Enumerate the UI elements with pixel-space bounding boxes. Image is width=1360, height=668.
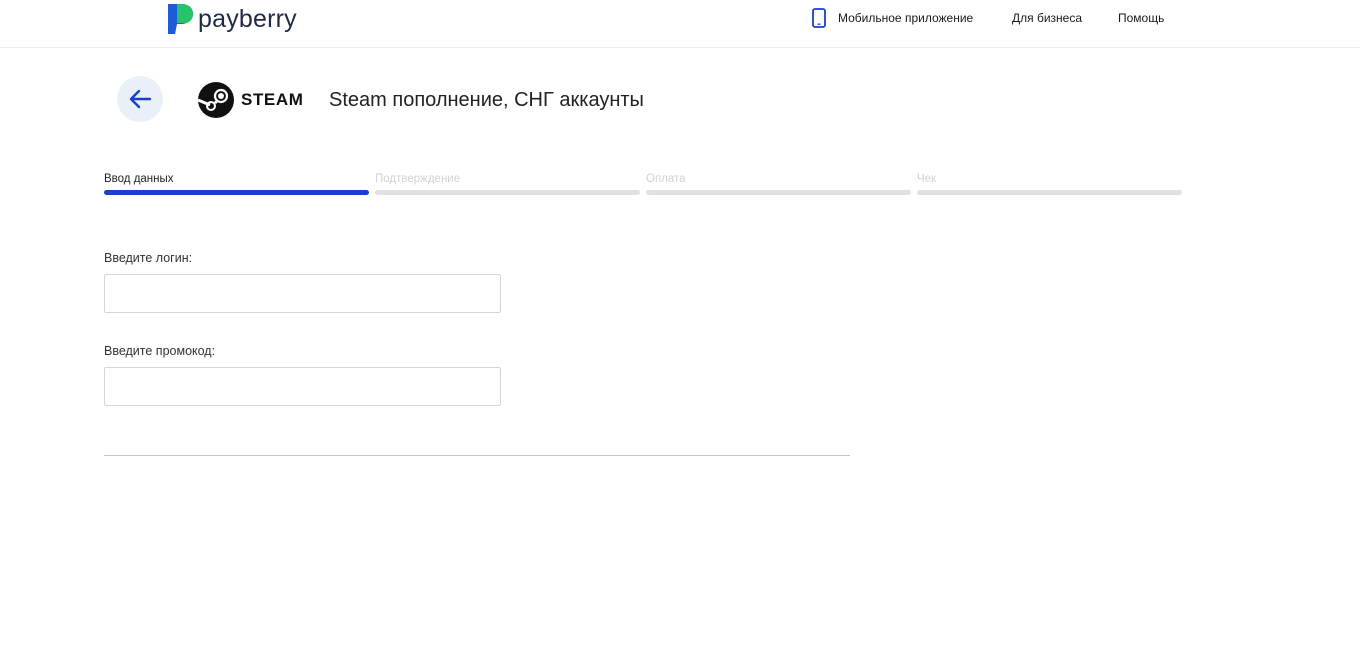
step-bar (917, 190, 1182, 195)
page-title: Steam пополнение, СНГ аккаунты (329, 89, 644, 111)
steam-logo: STEAM (198, 82, 304, 118)
payberry-logo[interactable]: payberry (166, 4, 297, 34)
step-receipt: Чек (917, 172, 1182, 198)
step-bar (104, 190, 369, 195)
site-header: payberry Мобильное приложение Для бизнес… (0, 0, 1360, 48)
step-bar (646, 190, 911, 195)
smartphone-icon (812, 8, 826, 28)
steam-wordmark: STEAM (241, 90, 304, 109)
login-label: Введите логин: (104, 251, 193, 265)
step-data-entry: Ввод данных (104, 172, 369, 198)
login-input[interactable] (104, 274, 501, 313)
promo-label: Введите промокод: (104, 344, 216, 358)
step-label: Подтверждение (375, 173, 461, 185)
step-label: Ввод данных (104, 173, 174, 185)
step-bar (375, 190, 640, 195)
nav-mobile-app-label: Мобильное приложение (838, 11, 974, 25)
step-confirmation: Подтверждение (375, 172, 640, 198)
brand-name: payberry (198, 5, 297, 33)
back-button[interactable] (117, 76, 163, 122)
progress-steps: Ввод данных Подтверждение Оплата Чек (104, 172, 1183, 198)
arrow-left-icon (129, 89, 152, 109)
step-payment: Оплата (646, 172, 911, 198)
step-label: Чек (917, 173, 937, 185)
promo-code-input[interactable] (104, 367, 501, 406)
steam-logo-icon (198, 82, 234, 118)
nav-help[interactable]: Помощь (1118, 0, 1164, 36)
step-label: Оплата (646, 173, 686, 185)
payberry-logo-icon (168, 4, 193, 34)
form-divider (104, 455, 850, 456)
nav-mobile-app[interactable]: Мобильное приложение (812, 0, 973, 36)
nav-business[interactable]: Для бизнеса (1012, 0, 1082, 36)
